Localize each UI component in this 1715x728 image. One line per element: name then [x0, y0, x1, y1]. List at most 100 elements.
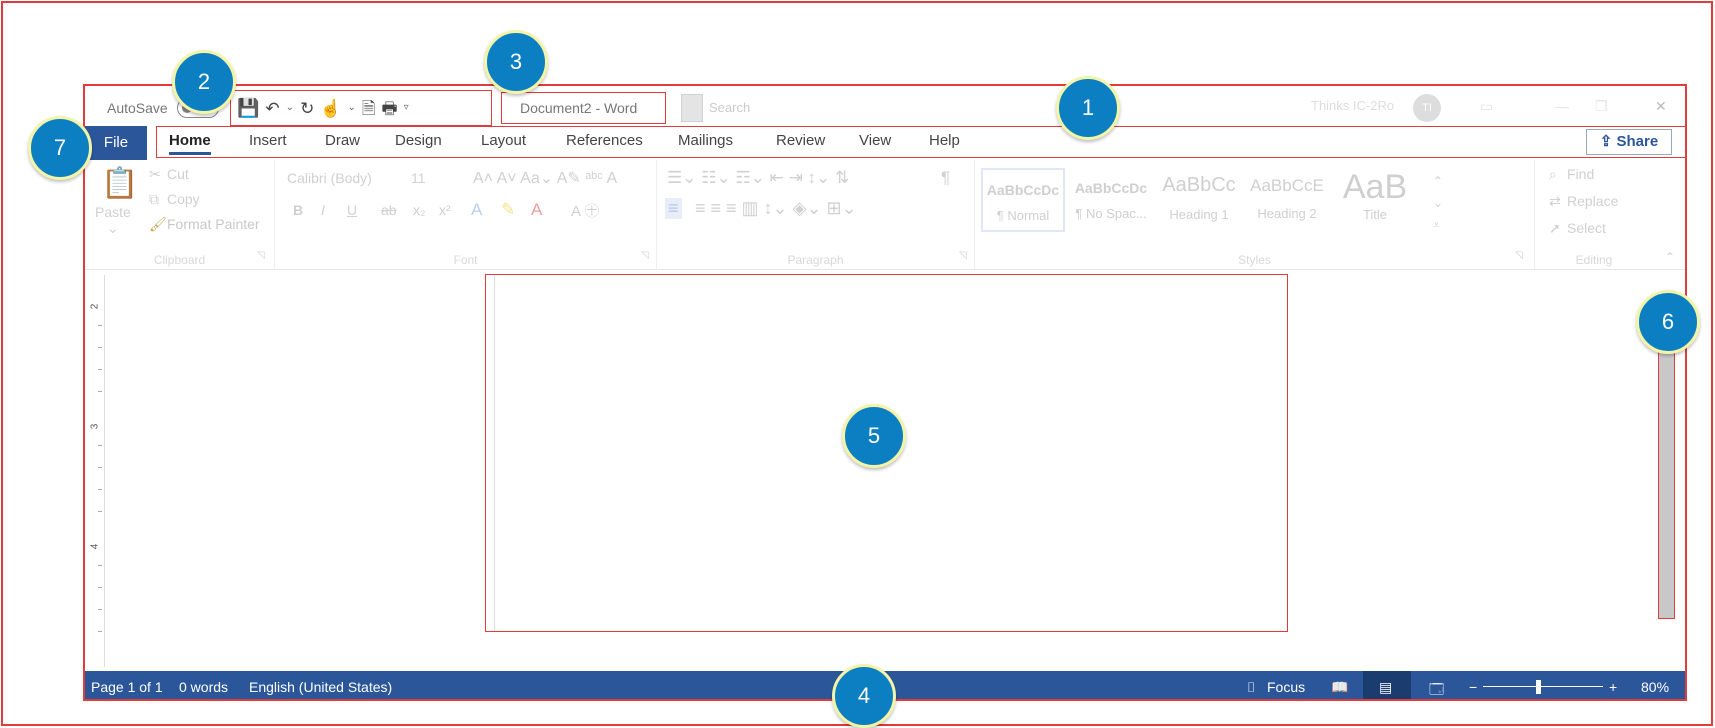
- undo-icon[interactable]: ↶: [265, 100, 279, 117]
- ribbon-display-options-icon[interactable]: ▭: [1480, 98, 1493, 115]
- bold-button[interactable]: B: [293, 202, 303, 218]
- dialog-launcher-icon[interactable]: ◹: [257, 250, 265, 261]
- style-heading-1[interactable]: AaBbCc Heading 1: [1157, 168, 1241, 232]
- print-layout-button[interactable]: ▤: [1363, 671, 1411, 699]
- minimize-icon[interactable]: —: [1555, 98, 1569, 114]
- style-normal[interactable]: AaBbCcDc ¶ Normal: [981, 168, 1065, 232]
- zoom-out-button[interactable]: −: [1469, 679, 1477, 695]
- word-window: AutoSave 💾 ↶ ⌄ ↻ ☝ ⌄ 🗎 🖶 ▿ Document2 - W…: [83, 84, 1687, 701]
- style-heading-2[interactable]: AaBbCcE Heading 2: [1245, 168, 1329, 232]
- italic-button[interactable]: I: [321, 202, 325, 218]
- styles-scroll-icon[interactable]: ⌃ ⌄ ⩡: [1433, 170, 1443, 236]
- zoom-in-button[interactable]: +: [1609, 679, 1617, 695]
- format-painter-button[interactable]: Format Painter: [167, 216, 260, 232]
- focus-icon[interactable]: ⌷: [1247, 679, 1255, 696]
- close-icon[interactable]: ✕: [1655, 98, 1667, 115]
- grow-font-icon[interactable]: A˄ A˅ Aa⌄ A✎ ᵃᵇᶜ A: [473, 168, 617, 188]
- word-count[interactable]: 0 words: [179, 679, 228, 695]
- replace-icon[interactable]: ⇄: [1549, 193, 1561, 210]
- show-formatting-icon[interactable]: ¶: [941, 168, 950, 188]
- tab-home[interactable]: Home: [169, 132, 211, 155]
- avatar[interactable]: TI: [1413, 94, 1441, 122]
- font-size-select[interactable]: 11: [411, 170, 426, 186]
- find-icon[interactable]: ⌕: [1549, 166, 1557, 183]
- vertical-scrollbar[interactable]: [1658, 319, 1675, 619]
- style-preview: AaB: [1342, 168, 1408, 206]
- style-name: ¶ No Spac...: [1075, 206, 1147, 221]
- style-preview: AaBbCcDc: [986, 182, 1060, 198]
- style-title[interactable]: AaB Title: [1333, 168, 1417, 232]
- print-layout-icon: ▤: [1379, 679, 1393, 695]
- share-icon: ⇪: [1599, 133, 1613, 150]
- tab-insert[interactable]: Insert: [249, 132, 287, 149]
- bullets-icon[interactable]: ☰⌄ ☷⌄ ☶⌄ ⇤ ⇥ ↕⌄ ⇅: [667, 168, 849, 188]
- chevron-down-icon[interactable]: ⌄: [107, 220, 119, 237]
- copy-button[interactable]: Copy: [167, 191, 200, 207]
- underline-button[interactable]: U: [347, 202, 357, 218]
- print-preview-icon[interactable]: 🗎: [362, 100, 376, 117]
- read-mode-icon[interactable]: 📖: [1331, 679, 1348, 696]
- paste-icon[interactable]: 📋: [101, 166, 138, 201]
- dialog-launcher-icon[interactable]: ◹: [641, 250, 649, 261]
- align-left-icon[interactable]: ≡: [665, 198, 682, 219]
- chevron-down-icon[interactable]: ⌄: [286, 103, 294, 113]
- tab-review[interactable]: Review: [776, 132, 825, 149]
- vertical-ruler: 2 3 4: [89, 275, 105, 667]
- strikethrough-button[interactable]: ab: [381, 202, 397, 218]
- highlight-icon[interactable]: ✎: [501, 200, 515, 220]
- language[interactable]: English (United States): [249, 679, 392, 695]
- collapse-ribbon-icon[interactable]: ⌃: [1665, 250, 1675, 264]
- style-no-spacing[interactable]: AaBbCcDc ¶ No Spac...: [1069, 168, 1153, 232]
- replace-button[interactable]: Replace: [1567, 193, 1618, 209]
- search-input[interactable]: Search: [681, 94, 1061, 122]
- share-button[interactable]: ⇪ Share: [1586, 129, 1672, 155]
- print-icon[interactable]: 🖶: [382, 100, 398, 117]
- tab-layout[interactable]: Layout: [481, 132, 526, 149]
- redo-icon[interactable]: ↻: [300, 100, 314, 117]
- page-count[interactable]: Page 1 of 1: [91, 679, 163, 695]
- user-name[interactable]: Thinks IC-2Ro: [1311, 98, 1394, 113]
- tab-mailings[interactable]: Mailings: [678, 132, 733, 149]
- zoom-level[interactable]: 80%: [1641, 679, 1669, 695]
- paragraph-group: ☰⌄ ☷⌄ ☶⌄ ⇤ ⇥ ↕⌄ ⇅ ¶ ≡ ≡ ≡ ≡ ▥ ↕⌄ ◈⌄ ⊞⌄ P…: [657, 160, 975, 270]
- zoom-slider-thumb[interactable]: [1536, 680, 1541, 694]
- touch-mode-icon[interactable]: ☝: [320, 100, 341, 117]
- tab-design[interactable]: Design: [395, 132, 442, 149]
- select-icon[interactable]: ➚: [1549, 220, 1561, 237]
- superscript-button[interactable]: x²: [439, 202, 451, 218]
- tab-draw[interactable]: Draw: [325, 132, 360, 149]
- cut-button[interactable]: Cut: [167, 166, 189, 182]
- dialog-launcher-icon[interactable]: ◹: [1515, 250, 1523, 261]
- save-icon[interactable]: 💾: [237, 99, 259, 117]
- font-color-icon[interactable]: A: [531, 200, 542, 220]
- tab-help[interactable]: Help: [929, 132, 960, 149]
- tab-references[interactable]: References: [566, 132, 643, 149]
- align-center-icon[interactable]: ≡ ≡ ≡ ▥ ↕⌄ ◈⌄ ⊞⌄: [695, 198, 857, 219]
- web-layout-icon[interactable]: 🗔: [1429, 679, 1444, 699]
- callout-badge: 4: [832, 664, 896, 728]
- shading-icon[interactable]: A ㊉: [571, 200, 599, 221]
- format-painter-icon[interactable]: 🖌: [149, 216, 167, 233]
- quick-access-toolbar: 💾 ↶ ⌄ ↻ ☝ ⌄ 🗎 🖶 ▿: [230, 90, 492, 126]
- restore-icon[interactable]: ❐: [1595, 98, 1608, 115]
- styles-label: Styles: [1238, 253, 1271, 267]
- copy-icon[interactable]: ⧉: [149, 191, 159, 208]
- find-button[interactable]: Find: [1567, 166, 1594, 182]
- subscript-button[interactable]: x₂: [413, 202, 425, 218]
- style-preview: AaBbCcDc: [1074, 180, 1148, 196]
- cut-icon[interactable]: ✂: [149, 166, 161, 183]
- paste-button[interactable]: Paste: [95, 204, 131, 220]
- customize-toolbar-icon[interactable]: ▿: [404, 103, 409, 113]
- document-title: Document2 - Word: [501, 92, 666, 124]
- style-preview: AaBbCc: [1162, 174, 1236, 196]
- ribbon-home: 📋 Paste ⌄ ✂ Cut ⧉ Copy 🖌 Format Painter …: [85, 160, 1685, 270]
- font-name-select[interactable]: Calibri (Body): [287, 170, 372, 186]
- tab-view[interactable]: View: [859, 132, 891, 149]
- dialog-launcher-icon[interactable]: ◹: [959, 250, 967, 261]
- chevron-down-icon[interactable]: ⌄: [347, 103, 355, 113]
- tab-file[interactable]: File: [85, 126, 147, 160]
- select-button[interactable]: Select: [1567, 220, 1606, 236]
- focus-button[interactable]: Focus: [1267, 679, 1305, 695]
- text-effects-icon[interactable]: A: [471, 200, 482, 220]
- zoom-slider[interactable]: [1483, 686, 1603, 687]
